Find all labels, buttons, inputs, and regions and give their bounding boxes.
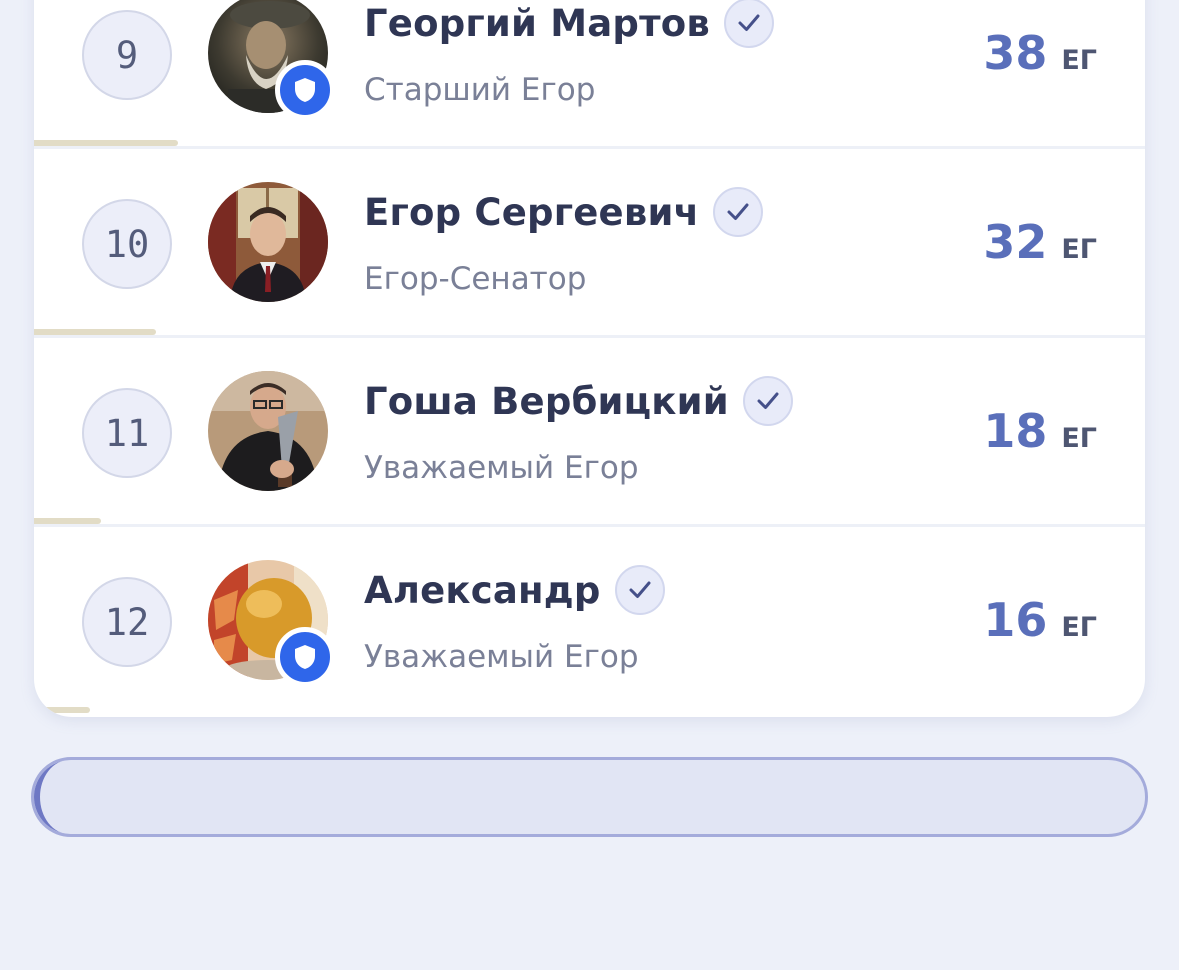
progress-bar	[34, 707, 90, 713]
leaderboard-row[interactable]: 11 Гоша Вербицкий Уважаемый Егор 18 ЕГ	[34, 338, 1145, 527]
score-unit: ЕГ	[1061, 612, 1097, 643]
user-title: Егор-Сенатор	[364, 261, 587, 297]
user-name-line: Александр	[364, 565, 665, 615]
user-name-line: Георгий Мартов	[364, 0, 774, 48]
verified-check-icon	[724, 0, 774, 48]
score-unit: ЕГ	[1061, 234, 1097, 265]
load-more-button[interactable]	[31, 757, 1148, 837]
verified-check-icon	[742, 376, 793, 426]
user-title: Старший Егор	[364, 72, 596, 108]
shield-icon	[275, 627, 335, 687]
rank-badge: 11	[82, 388, 172, 478]
user-score: 18 ЕГ	[983, 404, 1097, 458]
user-title: Уважаемый Егор	[364, 450, 639, 486]
user-name[interactable]: Георгий Мартов	[364, 2, 710, 45]
score-value: 38	[983, 26, 1048, 80]
leaderboard-row[interactable]: 12 Александр Уважаемый Егор 16 ЕГ	[34, 527, 1145, 716]
score-value: 16	[983, 593, 1048, 647]
leaderboard-row[interactable]: 10 Егор Сергеевич Егор-Сенатор 32 ЕГ	[34, 149, 1145, 338]
shield-icon	[275, 60, 335, 120]
score-value: 32	[983, 215, 1048, 269]
leaderboard-row[interactable]: 9 Георгий Мартов Старший Егор 38 ЕГ	[34, 0, 1145, 149]
rank-badge: 12	[82, 577, 172, 667]
user-name[interactable]: Гоша Вербицкий	[364, 380, 729, 423]
user-avatar[interactable]	[208, 371, 328, 491]
load-progress-indicator	[34, 760, 72, 834]
rank-badge: 9	[82, 10, 172, 100]
rank-badge: 10	[82, 199, 172, 289]
user-title: Уважаемый Егор	[364, 639, 639, 675]
score-value: 18	[983, 404, 1048, 458]
user-score: 16 ЕГ	[983, 593, 1097, 647]
user-avatar[interactable]	[208, 182, 328, 302]
user-name[interactable]: Егор Сергеевич	[364, 191, 699, 234]
score-unit: ЕГ	[1061, 45, 1097, 76]
leaderboard-card: 9 Георгий Мартов Старший Егор 38 ЕГ 10 Е…	[34, 0, 1145, 717]
verified-check-icon	[614, 565, 665, 615]
user-name[interactable]: Александр	[364, 569, 601, 612]
user-score: 32 ЕГ	[983, 215, 1097, 269]
verified-check-icon	[713, 187, 764, 237]
user-name-line: Гоша Вербицкий	[364, 376, 793, 426]
user-name-line: Егор Сергеевич	[364, 187, 764, 237]
user-score: 38 ЕГ	[983, 26, 1097, 80]
score-unit: ЕГ	[1061, 423, 1097, 454]
